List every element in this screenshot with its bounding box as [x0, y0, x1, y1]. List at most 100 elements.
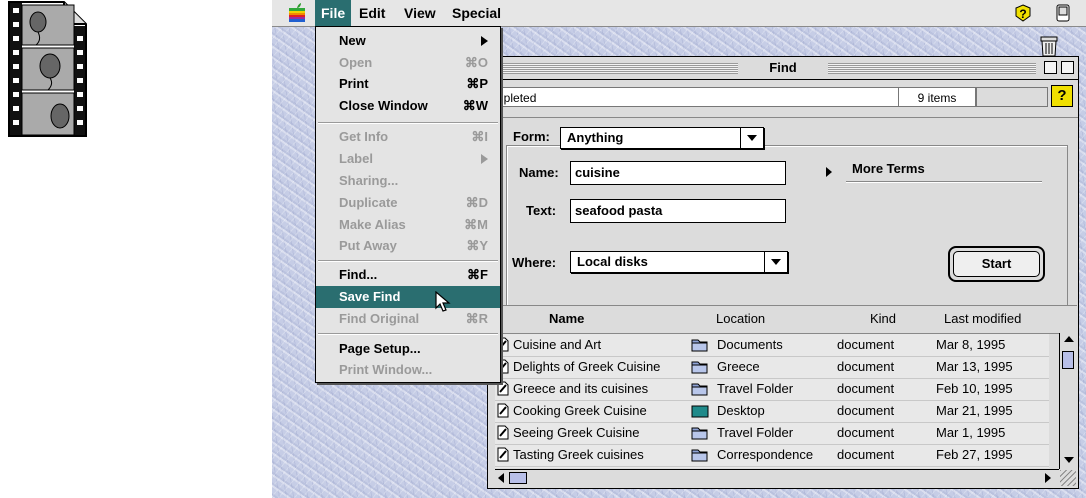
window-title-bar[interactable]: Find — [488, 57, 1078, 80]
scroll-left-arrow-icon[interactable] — [498, 473, 504, 483]
where-label: Where: — [512, 255, 557, 270]
where-value: Local disks — [577, 254, 648, 269]
row-kind: document — [837, 359, 895, 374]
row-location: Travel Folder — [717, 425, 794, 440]
results-rows: Cuisine and Art Documents document Mar 8… — [495, 334, 1049, 468]
more-terms-divider — [846, 181, 1042, 183]
menu-item-make-alias[interactable]: Make Alias ⌘M — [316, 214, 500, 236]
folder-icon — [691, 383, 708, 396]
folder-icon — [691, 361, 708, 374]
column-name[interactable]: Name — [549, 311, 584, 326]
status-field-empty — [976, 87, 1048, 107]
text-field[interactable]: seafood pasta — [570, 199, 786, 223]
row-kind: document — [837, 425, 895, 440]
resize-grip-icon[interactable] — [1060, 470, 1076, 486]
menu-item-label[interactable]: Label — [316, 148, 500, 170]
menu-item-close-window[interactable]: Close Window ⌘W — [316, 95, 500, 117]
row-location: Travel Folder — [717, 381, 794, 396]
menu-item-get-info[interactable]: Get Info ⌘I — [316, 126, 500, 148]
document-icon — [497, 381, 509, 396]
form-popup[interactable]: Anything — [560, 127, 764, 149]
row-kind: document — [837, 447, 895, 462]
table-row[interactable]: Greece and its cuisines Travel Folder do… — [495, 378, 1049, 401]
text-label: Text: — [526, 203, 557, 218]
menu-item-put-away[interactable]: Put Away ⌘Y — [316, 235, 500, 257]
menu-item-find-original[interactable]: Find Original ⌘R — [316, 308, 500, 330]
desktop[interactable]: File Edit View Special ? Find npleted 9 … — [272, 0, 1086, 498]
start-button[interactable]: Start — [948, 246, 1045, 282]
more-terms-triangle-icon[interactable] — [826, 167, 832, 177]
scroll-thumb-horizontal[interactable] — [509, 472, 527, 484]
collapse-box[interactable] — [1061, 61, 1074, 74]
arrow-cursor-icon — [435, 290, 451, 318]
file-menu[interactable]: New Open ⌘O Print ⌘P Close Window ⌘W Get In… — [315, 26, 501, 383]
film-document-icon[interactable] — [8, 0, 88, 140]
chevron-down-icon — [740, 128, 763, 148]
row-location: Desktop — [717, 403, 765, 418]
where-popup[interactable]: Local disks — [570, 251, 788, 273]
table-row[interactable]: Cuisine and Art Documents document Mar 8… — [495, 334, 1049, 357]
vertical-scrollbar[interactable] — [1059, 333, 1077, 469]
folder-icon — [691, 427, 708, 440]
table-row[interactable]: Tasting Greek cuisines Correspondence do… — [495, 444, 1049, 467]
more-terms-label[interactable]: More Terms — [852, 161, 925, 176]
apple-icon[interactable] — [288, 3, 306, 28]
table-row[interactable]: Cooking Greek Cuisine Desktop document M… — [495, 400, 1049, 423]
menu-separator — [318, 122, 498, 124]
menu-item-print-window[interactable]: Print Window... — [316, 359, 500, 381]
svg-text:?: ? — [1019, 7, 1026, 21]
row-location: Documents — [717, 337, 783, 352]
menu-file[interactable]: File — [315, 0, 352, 26]
zoom-box[interactable] — [1044, 61, 1057, 74]
row-kind: document — [837, 403, 895, 418]
row-location: Correspondence — [717, 447, 814, 462]
scroll-down-arrow-icon[interactable] — [1064, 457, 1074, 463]
menu-item-save-find[interactable]: Save Find — [316, 286, 500, 308]
start-button-label: Start — [953, 251, 1040, 277]
menu-item-duplicate[interactable]: Duplicate ⌘D — [316, 192, 500, 214]
help-button[interactable]: ? — [1051, 85, 1073, 107]
column-last-modified[interactable]: Last modified — [944, 311, 1021, 326]
submenu-arrow-icon — [481, 154, 488, 164]
row-name: Tasting Greek cuisines — [513, 447, 644, 462]
menu-item-page-setup[interactable]: Page Setup... — [316, 338, 500, 360]
document-icon — [497, 403, 509, 418]
menu-item-new[interactable]: New — [316, 30, 500, 52]
menu-view[interactable]: View — [398, 0, 442, 26]
help-icon[interactable]: ? — [1014, 4, 1032, 27]
row-modified: Mar 13, 1995 — [936, 359, 1013, 374]
row-modified: Feb 27, 1995 — [936, 447, 1013, 462]
row-kind: document — [837, 381, 895, 396]
row-modified: Mar 21, 1995 — [936, 403, 1013, 418]
scroll-thumb[interactable] — [1062, 351, 1074, 369]
menu-item-find[interactable]: Find... ⌘F — [316, 264, 500, 286]
row-location: Greece — [717, 359, 760, 374]
results-list[interactable]: Name Location Kind Last modified Cuisine… — [487, 305, 1079, 489]
folder-icon — [691, 339, 708, 352]
row-modified: Mar 8, 1995 — [936, 337, 1006, 352]
column-kind[interactable]: Kind — [870, 311, 896, 326]
row-kind: document — [837, 337, 895, 352]
table-row[interactable]: Seeing Greek Cuisine Travel Folder docum… — [495, 422, 1049, 445]
table-row[interactable]: Delights of Greek Cuisine Greece documen… — [495, 356, 1049, 379]
scroll-up-arrow-icon[interactable] — [1064, 336, 1074, 342]
menu-item-print[interactable]: Print ⌘P — [316, 73, 500, 95]
menu-item-open[interactable]: Open ⌘O — [316, 52, 500, 74]
menu-separator — [318, 333, 498, 335]
name-field[interactable]: cuisine — [570, 161, 786, 185]
row-modified: Mar 1, 1995 — [936, 425, 1006, 440]
app-switcher-icon[interactable] — [1056, 4, 1070, 27]
menu-separator — [318, 260, 498, 262]
window-title: Find — [738, 57, 828, 79]
menu-special[interactable]: Special — [446, 0, 507, 26]
horizontal-scrollbar[interactable] — [495, 469, 1059, 487]
folder-icon — [691, 449, 708, 462]
scroll-right-arrow-icon[interactable] — [1045, 473, 1051, 483]
document-icon — [497, 425, 509, 440]
column-location[interactable]: Location — [716, 311, 765, 326]
menu-item-sharing[interactable]: Sharing... — [316, 170, 500, 192]
menu-edit[interactable]: Edit — [353, 0, 391, 26]
document-icon — [497, 447, 509, 462]
submenu-arrow-icon — [481, 36, 488, 46]
row-name: Cooking Greek Cuisine — [513, 403, 647, 418]
